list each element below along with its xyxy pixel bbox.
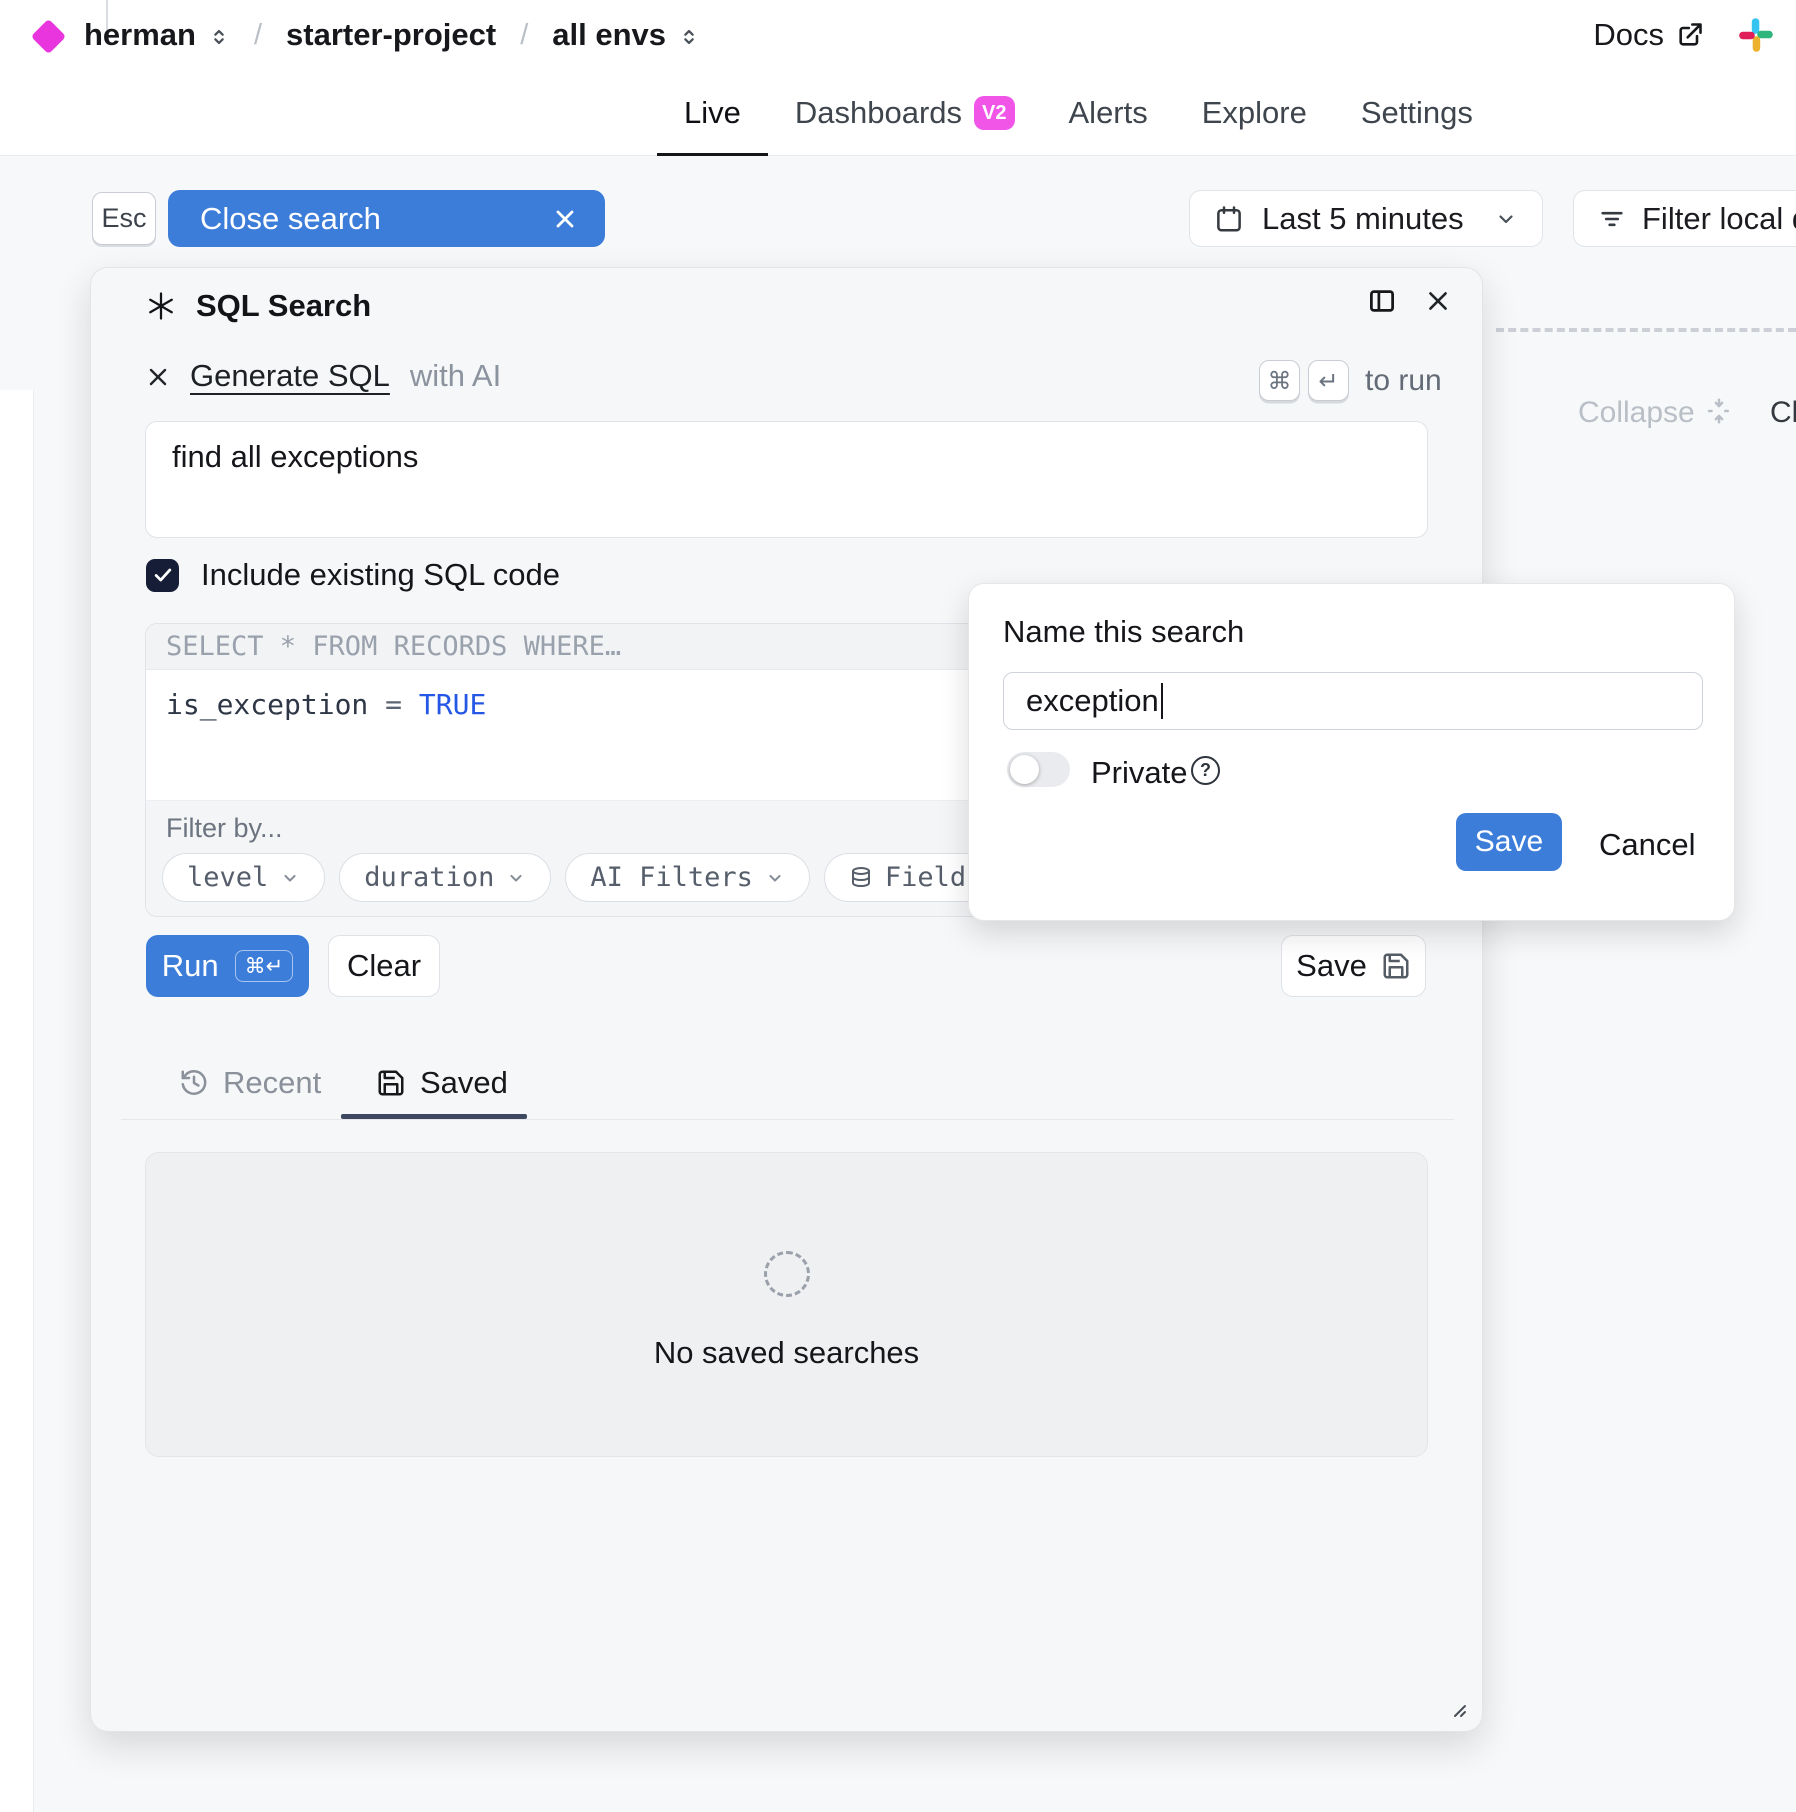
- clipped-button-label[interactable]: Cl: [1770, 396, 1796, 430]
- collapsed-sidebar: [0, 390, 34, 1812]
- modal-title-text: SQL Search: [196, 288, 371, 324]
- time-range-value: Last 5 minutes: [1262, 201, 1476, 237]
- save-icon: [376, 1068, 406, 1098]
- filter-icon: [1598, 205, 1626, 233]
- chevron-down-icon: [506, 868, 526, 888]
- tab-recent[interactable]: Recent: [179, 1065, 321, 1101]
- workspace-name: herman: [84, 17, 196, 53]
- chevron-down-icon: [765, 868, 785, 888]
- empty-state-text: No saved searches: [146, 1335, 1427, 1371]
- tab-alerts[interactable]: Alerts: [1042, 70, 1175, 156]
- close-search-label: Close search: [200, 201, 551, 237]
- resize-handle-icon[interactable]: [1444, 1695, 1468, 1719]
- sql-identifier: is_exception: [166, 688, 368, 721]
- environment-switcher[interactable]: all envs: [552, 17, 700, 53]
- dismiss-ai-icon[interactable]: [146, 365, 170, 389]
- brand-logo-icon: [31, 19, 66, 54]
- filter-pill-duration[interactable]: duration: [339, 853, 551, 902]
- docs-label: Docs: [1593, 17, 1664, 53]
- name-search-popover: Name this search exception Private ? Sav…: [968, 583, 1735, 921]
- run-label: Run: [162, 948, 219, 984]
- private-toggle[interactable]: [1007, 752, 1070, 787]
- collapse-label[interactable]: Collapse: [1578, 396, 1695, 430]
- tab-dashboards[interactable]: Dashboards V2: [768, 70, 1042, 156]
- breadcrumb-separator: /: [520, 19, 528, 52]
- popover-save-button[interactable]: Save: [1456, 813, 1562, 871]
- modal-title: SQL Search: [146, 288, 371, 324]
- to-run-label: to run: [1365, 364, 1442, 398]
- popover-cancel-button[interactable]: Cancel: [1599, 827, 1696, 863]
- v2-badge: V2: [974, 96, 1014, 130]
- save-search-button[interactable]: Save: [1281, 935, 1426, 997]
- close-icon: [551, 205, 579, 233]
- close-search-button[interactable]: Close search: [168, 190, 605, 247]
- filter-pill-ai-filters[interactable]: AI Filters: [565, 853, 810, 902]
- cmd-key-icon: ⌘: [1259, 360, 1300, 401]
- include-sql-checkbox-row[interactable]: Include existing SQL code: [146, 557, 560, 593]
- chevron-down-icon: [1494, 207, 1518, 231]
- ai-prompt-input[interactable]: find all exceptions: [145, 421, 1428, 538]
- asterisk-icon: [146, 291, 176, 321]
- sql-search-modal: SQL Search Generate SQL with AI ⌘ ↵ to r…: [90, 267, 1483, 1732]
- private-label: Private: [1091, 755, 1187, 791]
- tab-live[interactable]: Live: [657, 70, 768, 156]
- generate-sql-suffix: with AI: [410, 358, 501, 394]
- top-bar: herman / starter-project / all envs Docs: [0, 0, 1796, 70]
- enter-key-icon: ↵: [1308, 360, 1349, 401]
- save-label: Save: [1296, 948, 1367, 984]
- include-sql-label: Include existing SQL code: [201, 557, 560, 593]
- calendar-icon: [1214, 204, 1244, 234]
- clear-button[interactable]: Clear: [328, 935, 440, 997]
- search-name-input[interactable]: exception: [1003, 672, 1703, 730]
- help-icon[interactable]: ?: [1191, 756, 1220, 785]
- save-icon: [1381, 951, 1411, 981]
- chevron-updown-icon: [208, 24, 230, 50]
- collapse-icon[interactable]: [1704, 394, 1734, 428]
- checkbox-checked-icon[interactable]: [146, 559, 179, 592]
- chevron-down-icon: [280, 868, 300, 888]
- docs-link[interactable]: Docs: [1593, 17, 1704, 53]
- esc-key-badge: Esc: [92, 192, 156, 245]
- environment-name: all envs: [552, 17, 666, 53]
- filter-by-label: Filter by...: [166, 813, 283, 844]
- filter-local-button[interactable]: Filter local da: [1573, 190, 1796, 247]
- chevron-updown-icon: [678, 24, 700, 50]
- dashed-circle-icon: [764, 1251, 810, 1297]
- content-area: Esc Close search Last 5 minutes Filter l…: [0, 156, 1796, 1812]
- database-icon: [849, 866, 873, 890]
- sql-value: TRUE: [419, 688, 486, 721]
- tab-explore[interactable]: Explore: [1175, 70, 1334, 156]
- sql-operator: =: [385, 688, 402, 721]
- generate-sql-link[interactable]: Generate SQL: [190, 358, 390, 394]
- tab-settings[interactable]: Settings: [1334, 70, 1500, 156]
- breadcrumb-separator: /: [254, 19, 262, 52]
- slack-icon[interactable]: [1738, 17, 1774, 53]
- history-icon: [179, 1068, 209, 1098]
- filter-pill-level[interactable]: level: [162, 853, 325, 902]
- time-range-dropdown[interactable]: Last 5 minutes: [1189, 190, 1543, 247]
- side-panel-icon[interactable]: [1367, 286, 1397, 316]
- close-icon[interactable]: [1424, 287, 1452, 315]
- run-shortcut-hint: ⌘ ↵ to run: [1259, 360, 1442, 401]
- run-button[interactable]: Run ⌘↵: [146, 935, 309, 997]
- main-nav: Live Dashboards V2 Alerts Explore Settin…: [0, 70, 1796, 156]
- text-caret: [1161, 683, 1164, 719]
- project-name[interactable]: starter-project: [286, 17, 496, 53]
- workspace-switcher[interactable]: herman: [84, 17, 230, 53]
- breadcrumb: herman / starter-project / all envs: [84, 0, 700, 70]
- tabs-divider: [121, 1119, 1454, 1120]
- popover-title: Name this search: [1003, 614, 1244, 650]
- search-name-value: exception: [1026, 683, 1159, 719]
- tab-saved[interactable]: Saved: [376, 1065, 508, 1101]
- external-link-icon: [1676, 21, 1704, 49]
- chart-dashed-line: [1496, 328, 1796, 332]
- saved-searches-empty-state: No saved searches: [145, 1152, 1428, 1457]
- filter-local-label: Filter local da: [1642, 201, 1796, 237]
- run-shortcut-badge: ⌘↵: [235, 950, 294, 982]
